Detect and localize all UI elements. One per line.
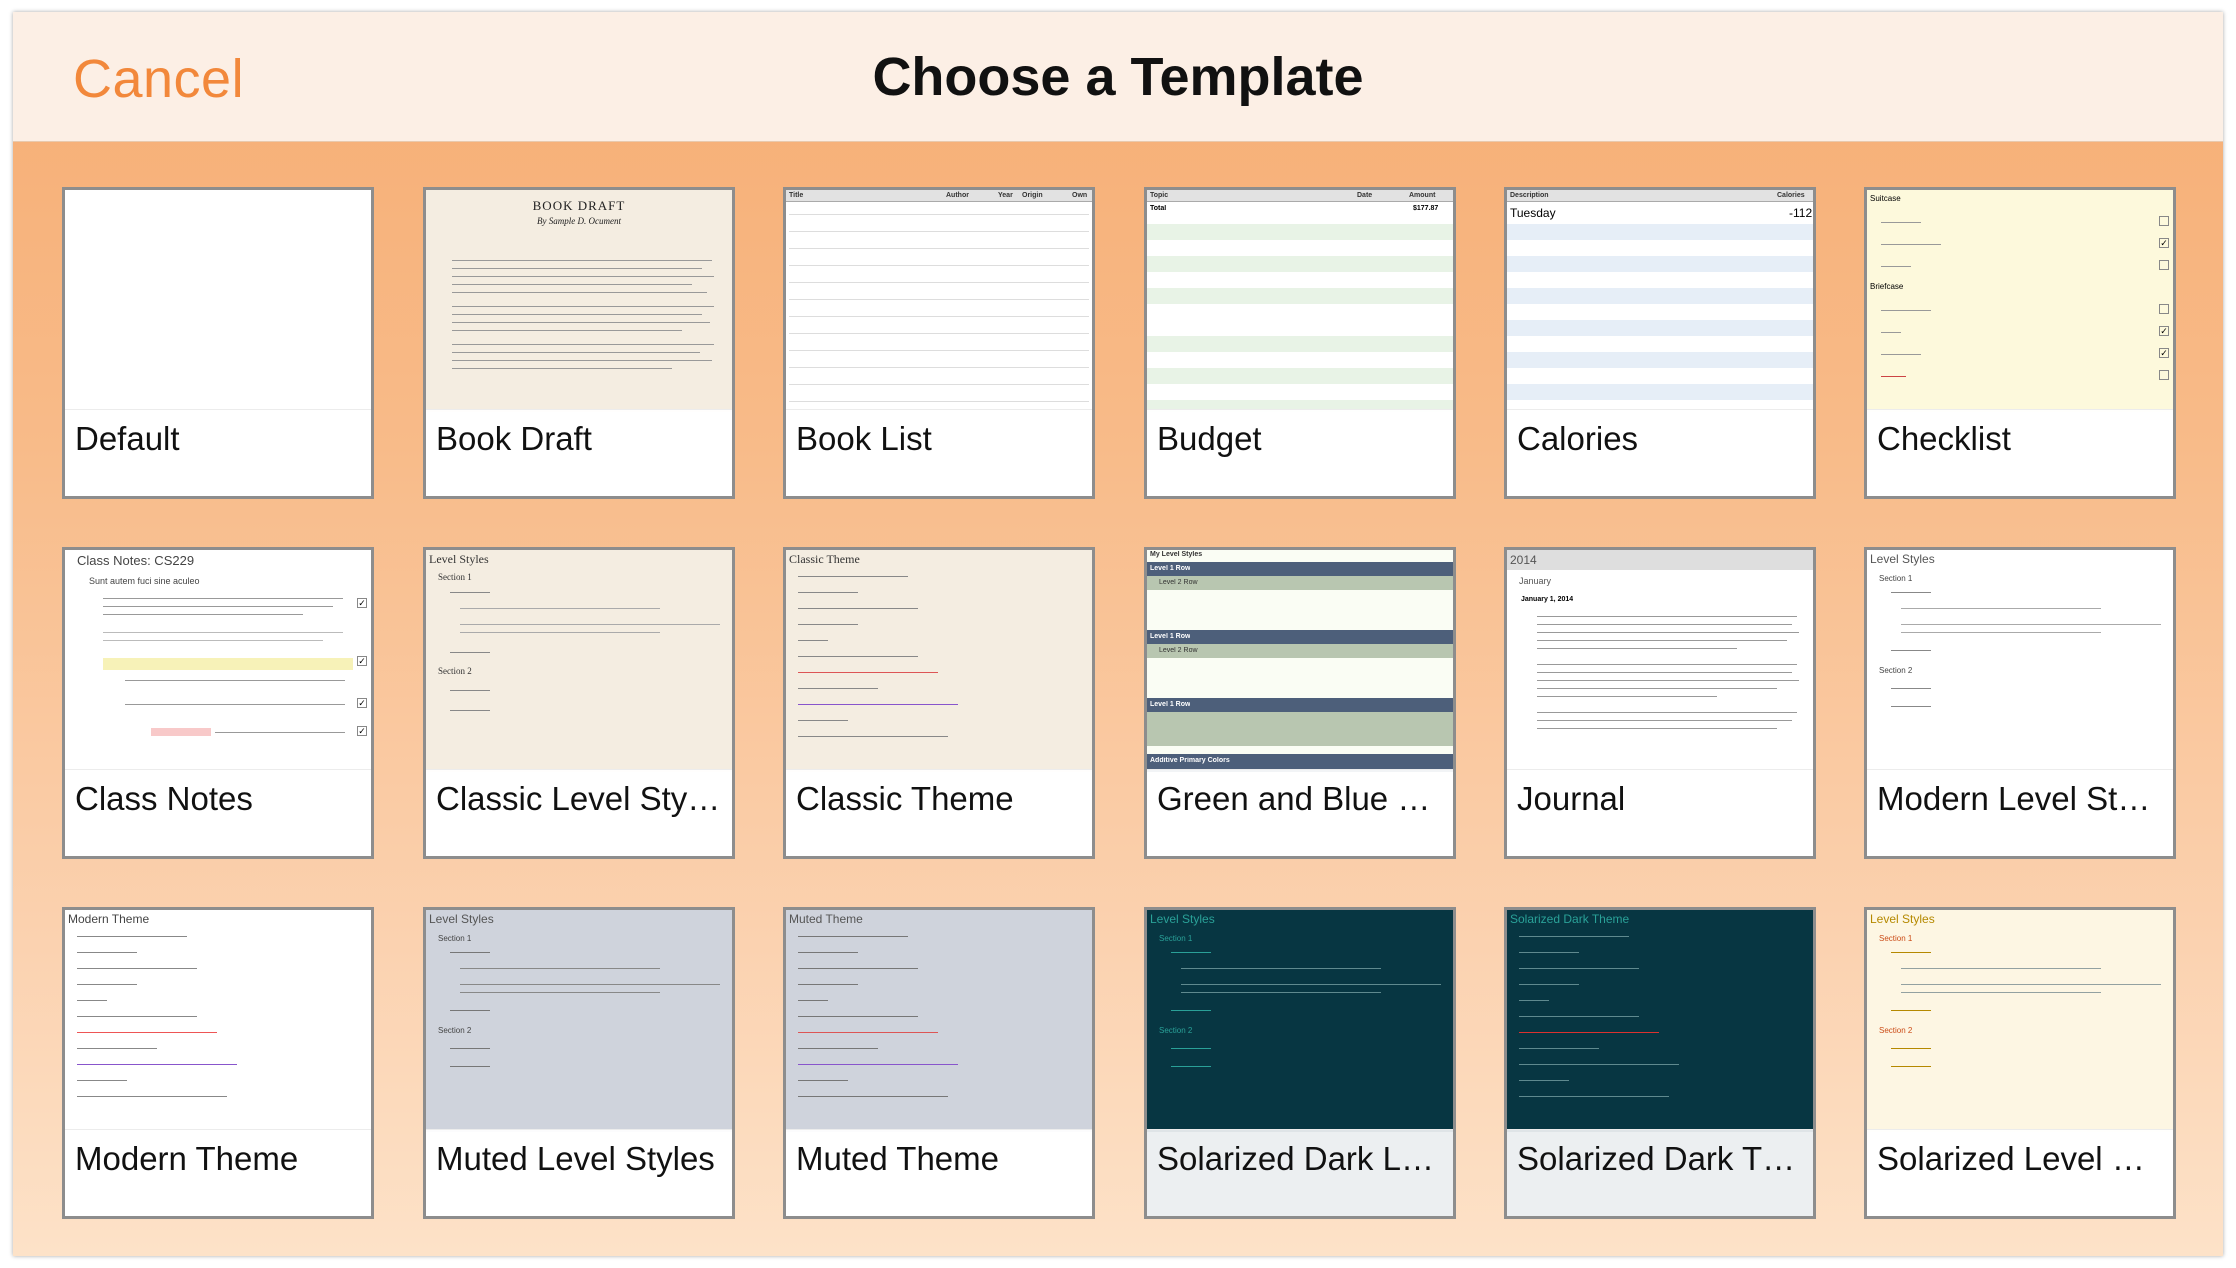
- template-tile-budget[interactable]: Topic Date Amount Total $177.87 Budget: [1144, 187, 1456, 499]
- template-thumbnail: [65, 190, 371, 412]
- checkbox[interactable]: [2159, 260, 2169, 270]
- template-grid: Default BOOK DRAFT By Sample D. Ocument: [13, 12, 2223, 1256]
- template-tile-modern-theme[interactable]: Modern Theme Modern Theme: [62, 907, 374, 1219]
- template-thumbnail: Class Notes: CS229 Sunt autem fuci sine …: [77, 553, 367, 736]
- template-tile-book-list[interactable]: Title Author Year Origin Own Book List: [783, 187, 1095, 499]
- template-tile-muted-level-styles[interactable]: Level Styles Section 1 Section 2 Muted L…: [423, 907, 735, 1219]
- template-thumbnail: Classic Theme: [786, 550, 1092, 772]
- template-label: Modern Level Styles: [1867, 769, 2173, 856]
- template-label: Muted Theme: [786, 1129, 1092, 1216]
- table-header: Description Calories: [1507, 190, 1813, 202]
- template-thumbnail: Level Styles Section 1 Section 2: [426, 910, 732, 1132]
- table-header: Topic Date Amount: [1147, 190, 1453, 202]
- template-tile-classic-theme[interactable]: Classic Theme Classic Theme: [783, 547, 1095, 859]
- thumbnail-subheading: By Sample D. Ocument: [537, 216, 621, 226]
- template-label: Classic Level Styles: [426, 769, 732, 856]
- checkbox[interactable]: ✓: [2159, 238, 2169, 248]
- template-label: Muted Level Styles: [426, 1129, 732, 1216]
- template-label: Calories: [1507, 409, 1813, 496]
- template-thumbnail: Level Styles Section 1 Section 2: [1867, 550, 2173, 772]
- template-thumbnail: Level Styles Section 1 Section 2: [1867, 910, 2173, 1132]
- template-tile-solarized-level-styles[interactable]: Level Styles Section 1 Section 2 Solariz…: [1864, 907, 2176, 1219]
- template-tile-journal[interactable]: 2014 January January 1, 2014 Journal: [1504, 547, 1816, 859]
- template-thumbnail: My Level Styles Level 1 Row Level 2 Row …: [1147, 550, 1453, 772]
- template-thumbnail: Modern Theme: [65, 910, 371, 1132]
- template-thumbnail: Topic Date Amount Total $177.87: [1147, 190, 1453, 412]
- template-label: Checklist: [1867, 409, 2173, 496]
- template-label: Budget: [1147, 409, 1453, 496]
- checkbox[interactable]: ✓: [2159, 348, 2169, 358]
- template-thumbnail: Suitcase Briefcase ✓ ✓ ✓: [1867, 190, 2173, 412]
- template-tile-class-notes[interactable]: Class Notes: CS229 Sunt autem fuci sine …: [62, 547, 374, 859]
- template-tile-book-draft[interactable]: BOOK DRAFT By Sample D. Ocument Book Dra…: [423, 187, 735, 499]
- checkbox[interactable]: [2159, 304, 2169, 314]
- template-label: Classic Theme: [786, 769, 1092, 856]
- template-chooser-window: Cancel Choose a Template Default BOOK DR…: [13, 12, 2223, 1256]
- template-label: Green and Blue Le…: [1147, 769, 1453, 856]
- table-header: Title Author Year Origin Own: [786, 190, 1092, 202]
- template-tile-checklist[interactable]: Suitcase Briefcase ✓ ✓ ✓ Checklist: [1864, 187, 2176, 499]
- checkbox[interactable]: [2159, 370, 2169, 380]
- template-tile-solarized-dark-theme[interactable]: Solarized Dark Theme Solarized Dark Th…: [1504, 907, 1816, 1219]
- template-thumbnail: Level Styles Section 1 Section 2: [1147, 910, 1453, 1132]
- template-label: Modern Theme: [65, 1129, 371, 1216]
- template-thumbnail: Muted Theme: [786, 910, 1092, 1132]
- template-thumbnail: Solarized Dark Theme: [1507, 910, 1813, 1132]
- template-thumbnail: Title Author Year Origin Own: [786, 190, 1092, 412]
- template-label: Journal: [1507, 769, 1813, 856]
- template-label: Solarized Dark Th…: [1507, 1129, 1813, 1216]
- checkbox[interactable]: [2159, 216, 2169, 226]
- checkbox[interactable]: ✓: [2159, 326, 2169, 336]
- template-tile-solarized-dark-level-styles[interactable]: Level Styles Section 1 Section 2 Solariz…: [1144, 907, 1456, 1219]
- template-tile-default[interactable]: Default: [62, 187, 374, 499]
- template-tile-calories[interactable]: Description Calories Tuesday -112 Calori…: [1504, 187, 1816, 499]
- thumbnail-heading: BOOK DRAFT: [532, 198, 626, 213]
- template-thumbnail: BOOK DRAFT By Sample D. Ocument: [426, 190, 732, 412]
- template-tile-classic-level-styles[interactable]: Level Styles Section 1 Section 2 Classic…: [423, 547, 735, 859]
- template-label: Book List: [786, 409, 1092, 496]
- template-label: Solarized Dark Le…: [1147, 1129, 1453, 1216]
- template-tile-muted-theme[interactable]: Muted Theme Muted Theme: [783, 907, 1095, 1219]
- template-tile-modern-level-styles[interactable]: Level Styles Section 1 Section 2 Modern …: [1864, 547, 2176, 859]
- template-label: Default: [65, 409, 371, 496]
- template-label: Class Notes: [65, 769, 371, 856]
- template-thumbnail: 2014 January January 1, 2014: [1507, 550, 1813, 772]
- template-thumbnail: Description Calories Tuesday -112: [1507, 190, 1813, 412]
- template-thumbnail: Level Styles Section 1 Section 2: [426, 550, 732, 772]
- template-label: Book Draft: [426, 409, 732, 496]
- template-tile-green-and-blue-level-styles[interactable]: My Level Styles Level 1 Row Level 2 Row …: [1144, 547, 1456, 859]
- template-label: Solarized Level St…: [1867, 1129, 2173, 1216]
